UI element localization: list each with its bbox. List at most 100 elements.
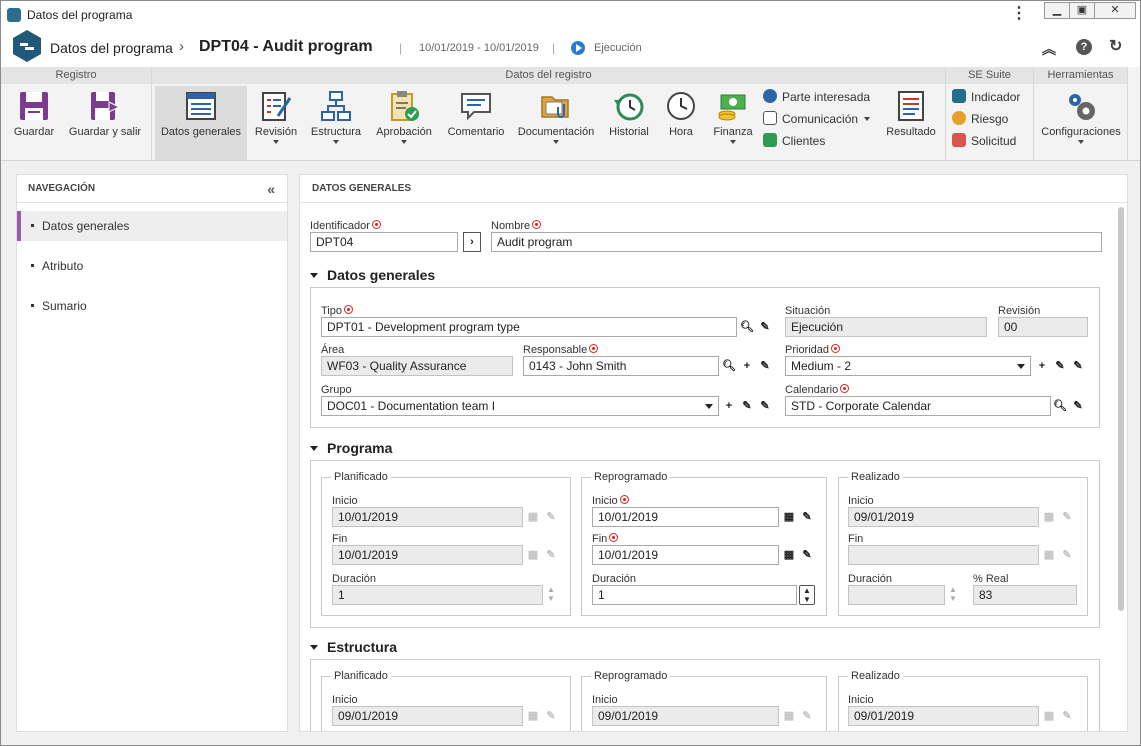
result-button[interactable]: Resultado [883, 86, 939, 160]
general-data-label: Datos generales [160, 126, 242, 138]
approval-label: Aprobación [376, 126, 432, 138]
header-divider: | [399, 41, 403, 55]
stakeholder-button[interactable]: Parte interesada [763, 89, 870, 109]
vertical-scrollbar[interactable] [1118, 207, 1124, 611]
clients-button[interactable]: Clientes [763, 133, 825, 153]
navigation-title: NAVEGACIÓN [28, 183, 96, 194]
actual-legend: Realizado [848, 670, 903, 682]
communication-button[interactable]: Comunicación [763, 111, 871, 131]
revision-label: Revisión [998, 305, 1041, 317]
add-icon[interactable]: + [721, 396, 737, 416]
clear-brush-icon: ✎ [1062, 710, 1072, 722]
nav-item-sumario[interactable]: Sumario [17, 291, 287, 321]
identifier-field[interactable]: DPT04 [310, 232, 458, 252]
dropdown-arrow-icon [730, 140, 736, 144]
type-label: Tipo [321, 305, 353, 317]
dropdown-arrow-icon [333, 140, 339, 144]
clear-brush-icon: ✎ [546, 549, 556, 561]
client-icon [763, 133, 777, 147]
documentation-button[interactable]: Documentación [515, 86, 597, 160]
app-window: Datos del programa ⋮ ▁ ▣ ✕ Datos del pro… [0, 0, 1141, 746]
close-button[interactable]: ✕ [1094, 2, 1136, 19]
nav-item-datos-generales[interactable]: Datos generales [17, 211, 287, 241]
comment-button[interactable]: Comentario [443, 86, 509, 160]
edit-icon[interactable]: ✎ [739, 396, 755, 416]
maximize-button[interactable]: ▣ [1069, 2, 1095, 19]
clear-brush-icon[interactable]: ✎ [757, 396, 773, 416]
group-select[interactable]: DOC01 - Documentation team I [321, 396, 719, 416]
calendar-icon: ▦ [527, 511, 539, 523]
indicator-label: Indicador [971, 90, 1021, 104]
history-label: Historial [609, 126, 649, 138]
structure-button[interactable]: Estructura [307, 86, 365, 160]
priority-select[interactable]: Medium - 2 [785, 356, 1031, 376]
finance-button[interactable]: Finanza [708, 86, 758, 160]
navigation-panel: NAVEGACIÓN « Datos generales Atributo Sum… [16, 174, 288, 732]
search-icon[interactable]: 🔍︎ [1052, 396, 1068, 416]
type-field[interactable]: DPT01 - Development program type [321, 317, 737, 337]
dropdown-arrow-icon [553, 140, 559, 144]
priority-value: Medium - 2 [791, 359, 852, 373]
rescheduled-duration-label: Duración [592, 573, 637, 585]
time-button[interactable]: Hora [659, 86, 703, 160]
planned-end-field: 10/01/2019 [332, 545, 523, 565]
risk-label: Riesgo [971, 112, 1009, 126]
save-icon [20, 92, 48, 120]
rescheduled-start-field[interactable]: 10/01/2019 [592, 507, 779, 527]
clear-brush-icon[interactable]: ✎ [799, 507, 815, 527]
search-icon[interactable]: 🔍︎ [721, 356, 737, 376]
save-button[interactable]: Guardar [8, 86, 60, 160]
folder-icon [541, 96, 569, 118]
group-label: Grupo [321, 384, 352, 396]
section-estructura[interactable]: Estructura [310, 639, 397, 655]
section-datos-generales[interactable]: Datos generales [310, 267, 435, 283]
approval-button[interactable]: Aprobación [372, 86, 436, 160]
indicator-button[interactable]: Indicador [952, 89, 1020, 109]
section-programa[interactable]: Programa [310, 440, 392, 456]
name-field[interactable]: Audit program [491, 232, 1102, 252]
responsible-field[interactable]: 0143 - John Smith [523, 356, 719, 376]
app-icon [7, 8, 21, 22]
group-value: DOC01 - Documentation team I [327, 399, 496, 413]
minimize-button[interactable]: ▁ [1044, 2, 1070, 19]
revision-button[interactable]: Revisión [250, 86, 302, 160]
save-and-exit-button[interactable]: Guardar y salir [65, 86, 145, 160]
add-icon[interactable]: + [739, 356, 755, 376]
add-icon[interactable]: + [1034, 356, 1050, 376]
planned-duration-label: Duración [332, 573, 377, 585]
nav-item-atributo[interactable]: Atributo [17, 251, 287, 281]
calendar-field[interactable]: STD - Corporate Calendar [785, 396, 1051, 416]
general-data-button[interactable]: Datos generales [155, 86, 247, 160]
rescheduled-end-field[interactable]: 10/01/2019 [592, 545, 779, 565]
collapse-left-icon[interactable]: « [267, 175, 275, 203]
clear-brush-icon[interactable]: ✎ [1070, 356, 1086, 376]
more-options-icon[interactable]: ⋮ [1011, 6, 1027, 22]
clear-brush-icon[interactable]: ✎ [757, 317, 773, 337]
settings-button[interactable]: Configuraciones [1036, 86, 1126, 160]
calendar-label: Calendario [785, 384, 850, 396]
dropdown-arrow-icon [273, 140, 279, 144]
search-icon[interactable]: 🔍︎ [739, 317, 755, 337]
main-panel-title: DATOS GENERALES [300, 175, 1127, 203]
clear-brush-icon[interactable]: ✎ [757, 356, 773, 376]
rescheduled-duration-field[interactable]: 1 [592, 585, 797, 605]
calendar-icon[interactable]: ▦ [781, 507, 797, 527]
request-button[interactable]: Solicitud [952, 133, 1016, 153]
calendar-icon[interactable]: ▦ [781, 545, 797, 565]
next-arrow-button[interactable]: › [463, 232, 481, 252]
history-button[interactable]: Historial [603, 86, 655, 160]
risk-button[interactable]: Riesgo [952, 111, 1008, 131]
edit-icon[interactable]: ✎ [1052, 356, 1068, 376]
status-field: Ejecución [785, 317, 987, 337]
calendar-icon: ▦ [1043, 710, 1055, 722]
refresh-icon[interactable]: ↻ [1109, 36, 1122, 56]
spinner-icon[interactable]: ▲ ▼ [799, 585, 815, 605]
result-icon [898, 91, 924, 121]
clear-brush-icon[interactable]: ✎ [1070, 396, 1086, 416]
gear-icon [1069, 94, 1095, 120]
collapse-up-icon[interactable]: ︽ [1042, 39, 1056, 59]
clear-brush-icon[interactable]: ✎ [799, 545, 815, 565]
breadcrumb-parent[interactable]: Datos del programa [50, 40, 173, 56]
structure-actual-start-label: Inicio [848, 694, 874, 706]
help-icon[interactable]: ? [1076, 39, 1092, 55]
